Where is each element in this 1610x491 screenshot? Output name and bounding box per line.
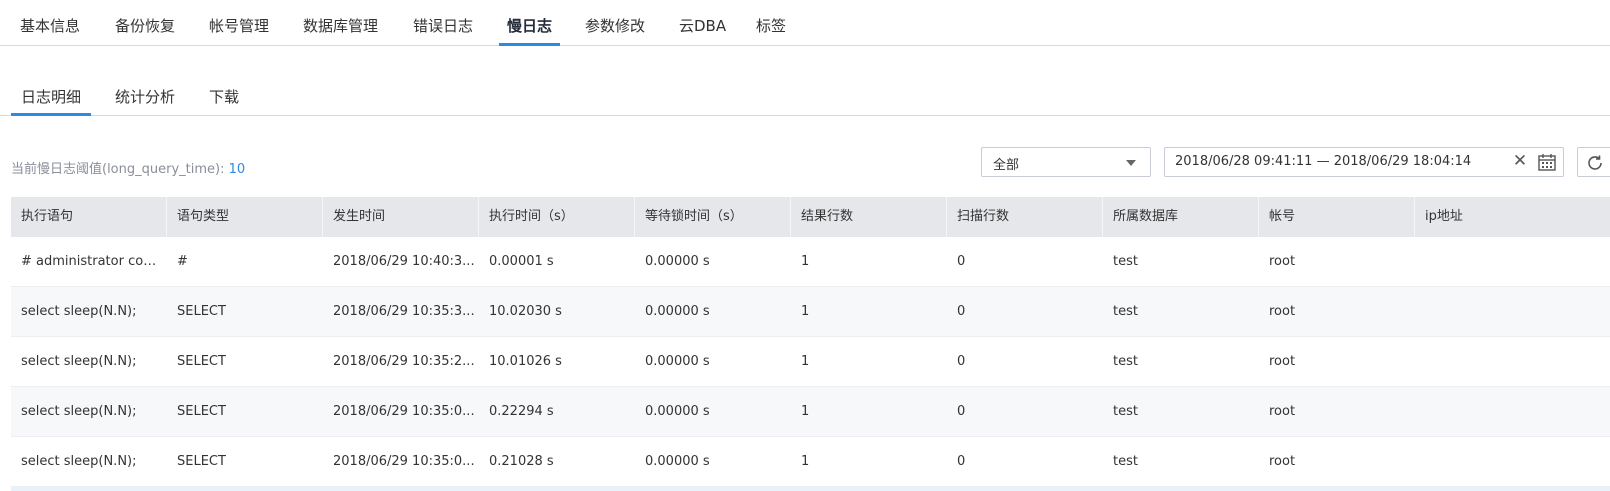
table-row: # administrator com... # 2018/06/29 10:4… (11, 237, 1610, 287)
cell-exec-time: 0.21028 s (489, 454, 554, 469)
cell-statement-type: SELECT (177, 454, 226, 469)
column-header-database[interactable]: 所属数据库 (1103, 197, 1259, 237)
column-header-statement-type[interactable]: 语句类型 (167, 197, 323, 237)
cell-statement-type: SELECT (177, 354, 226, 369)
cell-statement: select sleep(N.N); (21, 454, 137, 469)
table-row: select sleep(N.N); SELECT 2018/06/29 10:… (11, 387, 1610, 437)
cell-database: test (1113, 354, 1138, 369)
cell-statement: select sleep(N.N); (21, 304, 137, 319)
cell-exec-time: 10.02030 s (489, 304, 562, 319)
cell-lock-wait-time: 0.00000 s (645, 404, 710, 419)
tab-database-management[interactable]: 数据库管理 (303, 15, 378, 46)
column-header-lock-wait-time[interactable]: 等待锁时间（s） (635, 197, 791, 237)
cell-account: root (1269, 454, 1296, 469)
cell-exec-time: 10.01026 s (489, 354, 562, 369)
refresh-button[interactable] (1577, 147, 1610, 177)
column-header-ip-address[interactable]: ip地址 (1415, 197, 1610, 237)
cell-lock-wait-time: 0.00000 s (645, 454, 710, 469)
tab-backup-restore[interactable]: 备份恢复 (115, 15, 175, 46)
cell-occur-time: 2018/06/29 10:40:3... (333, 254, 475, 269)
cell-statement-type: # (177, 254, 188, 269)
cell-statement-type: SELECT (177, 304, 226, 319)
cell-database: test (1113, 254, 1138, 269)
cell-result-rows: 1 (801, 254, 810, 269)
date-range-picker[interactable]: 2018/06/28 09:41:11 — 2018/06/29 18:04:1… (1164, 147, 1564, 177)
close-icon[interactable]: ✕ (1510, 151, 1530, 173)
cell-occur-time: 2018/06/29 10:35:2... (333, 354, 475, 369)
tab-account-management[interactable]: 帐号管理 (209, 15, 269, 46)
calendar-icon[interactable] (1537, 152, 1559, 174)
cell-statement-type: SELECT (177, 404, 226, 419)
cell-account: root (1269, 404, 1296, 419)
tab-basic-info[interactable]: 基本信息 (20, 15, 80, 46)
tab-parameter-modify[interactable]: 参数修改 (585, 15, 645, 46)
table-row: select sleep(N.N); SELECT 2018/06/29 10:… (11, 337, 1610, 387)
cell-account: root (1269, 354, 1296, 369)
cell-lock-wait-time: 0.00000 s (645, 304, 710, 319)
main-tab-bar: 基本信息 备份恢复 帐号管理 数据库管理 错误日志 慢日志 参数修改 云DBA … (0, 0, 1610, 46)
date-range-value: 2018/06/28 09:41:11 — 2018/06/29 18:04:1… (1175, 154, 1472, 169)
cell-statement: # administrator com... (21, 254, 167, 269)
cell-scanned-rows: 0 (957, 454, 966, 469)
cell-ip-address (1415, 337, 1610, 387)
select-value: 全部 (993, 158, 1020, 173)
table-header: 执行语句 语句类型 发生时间 执行时间（s） 等待锁时间（s） 结果行数 扫描行… (11, 197, 1610, 237)
table-row: select sleep(N.N); SELECT 2018/06/29 10:… (11, 437, 1610, 487)
cell-scanned-rows: 0 (957, 354, 966, 369)
statement-type-select[interactable]: 全部 (981, 147, 1151, 177)
cell-lock-wait-time: 0.00000 s (645, 254, 710, 269)
cell-occur-time: 2018/06/29 10:35:0... (333, 454, 475, 469)
tab-cloud-dba[interactable]: 云DBA (679, 15, 726, 46)
cell-ip-address (1415, 237, 1610, 287)
column-header-account[interactable]: 帐号 (1259, 197, 1415, 237)
cell-statement: select sleep(N.N); (21, 404, 137, 419)
cell-exec-time: 0.22294 s (489, 404, 554, 419)
cell-ip-address (1415, 437, 1610, 487)
cell-account: root (1269, 304, 1296, 319)
tab-error-log[interactable]: 错误日志 (413, 15, 473, 46)
column-header-scanned-rows[interactable]: 扫描行数 (947, 197, 1103, 237)
cell-database: test (1113, 404, 1138, 419)
tab-tags[interactable]: 标签 (756, 15, 786, 46)
table-bottom-edge (11, 487, 1610, 491)
cell-result-rows: 1 (801, 454, 810, 469)
threshold-label: 当前慢日志阈值(long_query_time): (11, 162, 225, 177)
refresh-icon (1588, 155, 1602, 170)
cell-result-rows: 1 (801, 304, 810, 319)
sub-tab-bar: 日志明细 统计分析 下载 (0, 80, 1610, 116)
tab-statistics[interactable]: 统计分析 (115, 86, 175, 116)
cell-result-rows: 1 (801, 404, 810, 419)
threshold-value: 10 (228, 162, 246, 177)
cell-account: root (1269, 254, 1296, 269)
tab-log-details[interactable]: 日志明细 (10, 86, 92, 116)
tab-download[interactable]: 下载 (209, 86, 239, 116)
cell-occur-time: 2018/06/29 10:35:3... (333, 304, 475, 319)
cell-occur-time: 2018/06/29 10:35:0... (333, 404, 475, 419)
column-header-exec-time[interactable]: 执行时间（s） (479, 197, 635, 237)
cell-lock-wait-time: 0.00000 s (645, 354, 710, 369)
cell-database: test (1113, 304, 1138, 319)
column-header-result-rows[interactable]: 结果行数 (791, 197, 947, 237)
cell-ip-address (1415, 387, 1610, 437)
cell-ip-address (1415, 287, 1610, 337)
cell-scanned-rows: 0 (957, 404, 966, 419)
cell-scanned-rows: 0 (957, 304, 966, 319)
column-header-occur-time[interactable]: 发生时间 (323, 197, 479, 237)
slow-log-table: 执行语句 语句类型 发生时间 执行时间（s） 等待锁时间（s） 结果行数 扫描行… (11, 197, 1610, 491)
cell-statement: select sleep(N.N); (21, 354, 137, 369)
cell-database: test (1113, 454, 1138, 469)
tab-slow-log[interactable]: 慢日志 (498, 15, 561, 46)
slow-log-threshold: 当前慢日志阈值(long_query_time): 10 (11, 158, 245, 177)
cell-result-rows: 1 (801, 354, 810, 369)
cell-exec-time: 0.00001 s (489, 254, 554, 269)
table-row: select sleep(N.N); SELECT 2018/06/29 10:… (11, 287, 1610, 337)
chevron-down-icon (1126, 160, 1136, 166)
column-header-statement[interactable]: 执行语句 (11, 197, 167, 237)
cell-scanned-rows: 0 (957, 254, 966, 269)
